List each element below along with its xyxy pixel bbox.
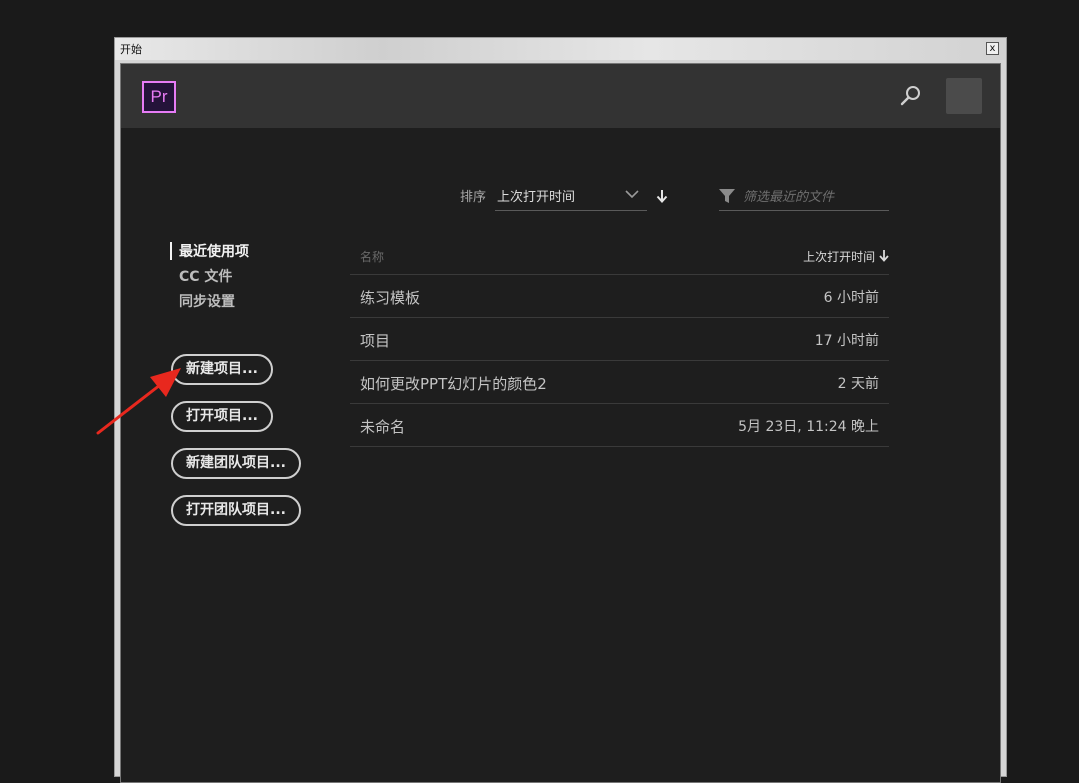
annotation-arrow <box>96 368 181 435</box>
